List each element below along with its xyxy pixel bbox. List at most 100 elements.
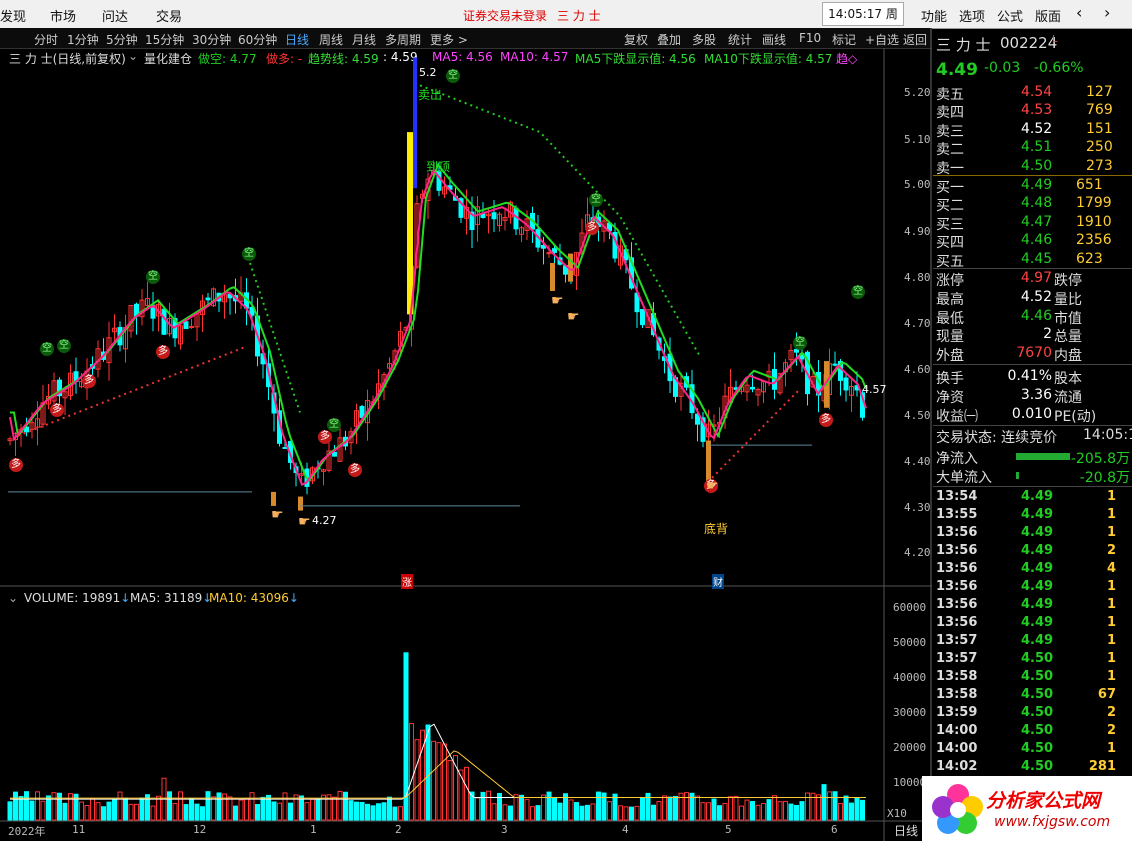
stat-row: 现量 2 总量 [936, 326, 1130, 345]
menu-item-discover[interactable]: 发现 [0, 6, 26, 25]
menu-item-formula[interactable]: 公式 [997, 6, 1023, 25]
long-signal-icon[interactable]: 多 [9, 458, 23, 472]
tick-volume: 2 [1106, 723, 1116, 738]
volume-bar [777, 801, 783, 821]
volume-bar [7, 801, 13, 821]
back-arrow-icon[interactable]: ‹ [1076, 3, 1082, 22]
menu-item-ask[interactable]: 问达 [102, 6, 128, 25]
tick-price: 4.49 [1021, 561, 1054, 576]
volume-bar [425, 724, 431, 821]
watermark-title: 分析家公式网 [986, 790, 1101, 812]
forward-arrow-icon[interactable]: › [1104, 3, 1110, 22]
volume-bar [568, 799, 574, 821]
volume-bar [447, 760, 453, 821]
date-axis-tick: 1 [310, 823, 317, 836]
stat-value: 4.52 [1020, 288, 1052, 305]
short-signal-icon[interactable]: 空 [793, 336, 807, 350]
stat-label: 最高 [936, 291, 964, 308]
stat-label: 外盘 [936, 348, 964, 365]
tick-row: 13:54 4.49 1 [936, 489, 1130, 507]
volume-bar [772, 795, 777, 821]
ask-row: 卖三 4.52 151 [936, 121, 1130, 140]
long-signal-icon[interactable]: 多 [82, 374, 96, 388]
financial-report-marker[interactable]: 财 [712, 574, 724, 589]
volume-bar [29, 800, 35, 821]
tick-time: 13:58 [936, 669, 978, 684]
volume-bar [249, 792, 255, 821]
volume-bar [640, 797, 645, 821]
volume-bar [783, 800, 788, 821]
tick-time: 14:00 [936, 723, 978, 738]
volume-bar [381, 802, 387, 821]
tick-volume: 1 [1106, 525, 1116, 540]
volume-bar [849, 802, 854, 821]
tick-volume: 4 [1106, 561, 1116, 576]
menu-item-trade[interactable]: 交易 [156, 6, 182, 25]
tick-row: 13:55 4.49 1 [936, 507, 1130, 525]
volume-bar [387, 796, 392, 821]
volume-axis-tick: 30000 [893, 706, 927, 719]
tick-time: 13:56 [936, 615, 978, 630]
long-signal-icon[interactable]: 多 [819, 413, 833, 427]
volume-bar [673, 795, 678, 821]
short-signal-icon[interactable]: 空 [40, 342, 54, 356]
bid-label: 买二 [936, 198, 964, 215]
short-signal-icon[interactable]: 空 [57, 339, 71, 353]
stat-value: 3.36 [1020, 386, 1052, 403]
short-signal-icon[interactable]: 空 [327, 418, 341, 432]
stat-value: 7670 [1016, 345, 1052, 362]
long-signal-icon[interactable]: 多 [585, 221, 599, 235]
short-signal-icon[interactable]: 空 [446, 69, 460, 83]
volume-bar [557, 802, 563, 821]
date-axis-tick: 4 [622, 823, 629, 836]
tick-time: 14:02 [936, 759, 978, 774]
volume-bar [656, 801, 662, 821]
long-signal-icon[interactable]: 多 [318, 430, 332, 444]
volume-bar [486, 790, 491, 821]
tick-row: 13:56 4.49 1 [936, 525, 1130, 543]
volume-menu-icon[interactable]: ⌄ [8, 591, 18, 605]
kline-chart[interactable] [0, 28, 932, 841]
bid-price: 4.45 [1021, 250, 1053, 267]
short-signal-icon[interactable]: 空 [851, 285, 865, 299]
price-axis-tick: 5.00 [904, 178, 931, 191]
tick-price: 4.49 [1021, 633, 1054, 648]
stat-value: 4.97 [1020, 270, 1052, 286]
volume-bar [117, 791, 123, 821]
login-notice[interactable]: 证券交易未登录 [463, 7, 547, 24]
bid-volume: 2356 [1076, 232, 1112, 249]
long-signal-icon[interactable]: 多 [348, 463, 362, 477]
ask-price: 4.50 [1021, 157, 1053, 174]
tick-volume: 67 [1097, 687, 1116, 702]
tick-volume: 1 [1106, 579, 1116, 594]
volume-bar [700, 802, 706, 821]
long-signal-icon[interactable]: 多 [156, 345, 170, 359]
short-signal-icon[interactable]: 空 [242, 247, 256, 261]
hand-pointer-icon: ☛ [706, 478, 719, 494]
sell-signal-label: 卖出 [418, 88, 443, 102]
menu-item-function[interactable]: 功能 [921, 6, 947, 25]
tick-time: 13:59 [936, 705, 978, 720]
bid-label: 买四 [936, 235, 964, 252]
stat-value: 0.010 [1011, 405, 1052, 422]
volume-bar [332, 796, 337, 821]
bid-label: 买一 [936, 180, 964, 196]
tick-row: 13:56 4.49 1 [936, 615, 1130, 633]
menu-item-options[interactable]: 选项 [959, 6, 985, 25]
volume-bar [590, 803, 596, 821]
tick-volume: 1 [1106, 597, 1116, 612]
volume-bar [821, 784, 827, 821]
volume-bar [706, 802, 711, 821]
short-signal-icon[interactable]: 空 [146, 270, 160, 284]
short-stop-dots [419, 84, 701, 357]
long-signal-icon[interactable]: 多 [50, 403, 64, 417]
limit-up-marker[interactable]: 涨 [401, 574, 413, 589]
short-signal-icon[interactable]: 空 [589, 193, 603, 207]
volume-bar [436, 742, 442, 821]
stat-label-right: 跌停 [1054, 273, 1082, 289]
stats-divider [933, 364, 1132, 365]
menu-item-market[interactable]: 市场 [50, 6, 76, 25]
menu-item-layout[interactable]: 版面 [1035, 6, 1061, 25]
tick-time: 13:57 [936, 633, 978, 648]
volume-bar [854, 797, 860, 821]
